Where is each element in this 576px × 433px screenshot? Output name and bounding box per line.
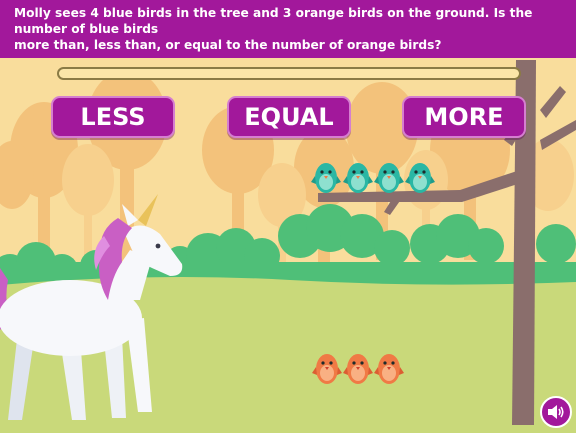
more-button[interactable]: MORE bbox=[402, 96, 526, 138]
orange-birds bbox=[312, 354, 404, 384]
equal-button[interactable]: EQUAL bbox=[227, 96, 351, 138]
sound-button[interactable] bbox=[540, 396, 572, 428]
question-text-line1: Molly sees 4 blue birds in the tree and … bbox=[14, 6, 533, 36]
game-screen: Molly sees 4 blue birds in the tree and … bbox=[0, 0, 576, 433]
less-button[interactable]: LESS bbox=[51, 96, 175, 138]
question-text-line2: more than, less than, or equal to the nu… bbox=[14, 38, 442, 52]
progress-bar bbox=[57, 67, 521, 80]
scene-background bbox=[0, 0, 576, 433]
speaker-icon bbox=[548, 405, 564, 419]
question-bar: Molly sees 4 blue birds in the tree and … bbox=[0, 0, 576, 58]
